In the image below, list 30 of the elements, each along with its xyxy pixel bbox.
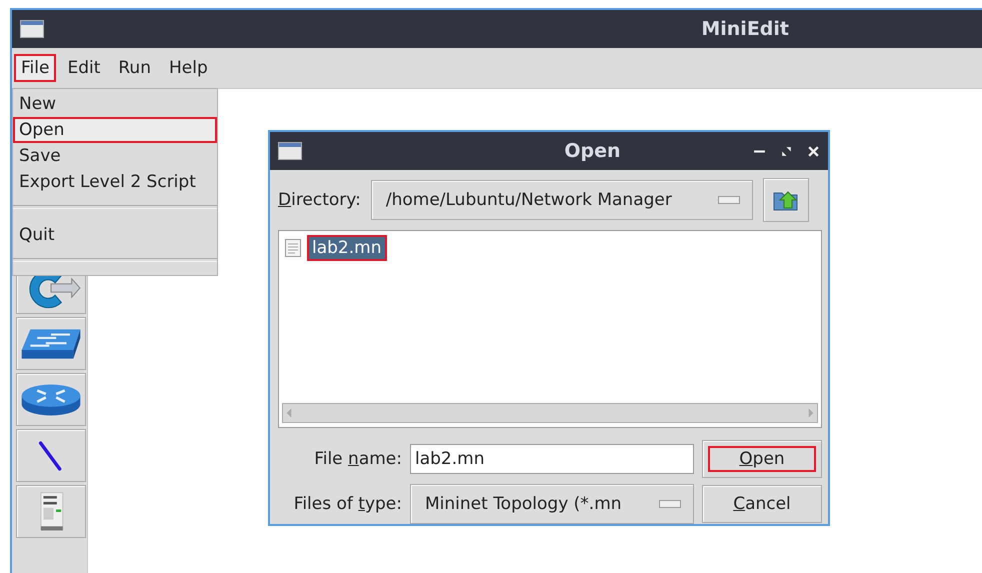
- directory-label: Directory:: [278, 190, 361, 210]
- tool-button[interactable]: [16, 373, 86, 426]
- menu-option[interactable]: Open: [13, 117, 217, 143]
- cancel-button[interactable]: Cancel: [702, 485, 822, 523]
- parent-folder-button[interactable]: [762, 178, 809, 222]
- maximize-icon[interactable]: [780, 144, 793, 158]
- file-type-dropdown[interactable]: Mininet Topology (*.mn: [410, 484, 694, 524]
- menu-item[interactable]: Run: [111, 54, 158, 82]
- menu-item[interactable]: Help: [162, 54, 215, 82]
- file-name-label: File name:: [313, 449, 402, 469]
- directory-dropdown[interactable]: /home/Lubuntu/Network Manager: [370, 180, 753, 220]
- close-icon[interactable]: [807, 144, 820, 158]
- dialog-title: Open: [563, 140, 622, 162]
- file-name-field[interactable]: lab2.mn: [410, 444, 694, 474]
- document-icon: [285, 239, 301, 257]
- window-title: MiniEdit: [701, 18, 789, 40]
- menu-item[interactable]: File: [14, 54, 56, 82]
- tool-button[interactable]: [16, 485, 86, 538]
- open-button[interactable]: Open: [702, 440, 822, 478]
- file-type-label: Files of type:: [292, 494, 402, 514]
- list-entry[interactable]: lab2.mn: [307, 235, 386, 261]
- menu-item[interactable]: Edit: [60, 54, 108, 82]
- tool-button[interactable]: [16, 317, 86, 370]
- tool-button[interactable]: [16, 429, 86, 482]
- window-icon: [20, 20, 44, 38]
- menu-option[interactable]: Export Level 2 Script: [13, 169, 217, 195]
- menu-option[interactable]: Quit: [13, 222, 217, 248]
- menu-option[interactable]: Save: [13, 143, 217, 169]
- menu-option[interactable]: New: [13, 91, 217, 117]
- window-icon: [278, 142, 302, 160]
